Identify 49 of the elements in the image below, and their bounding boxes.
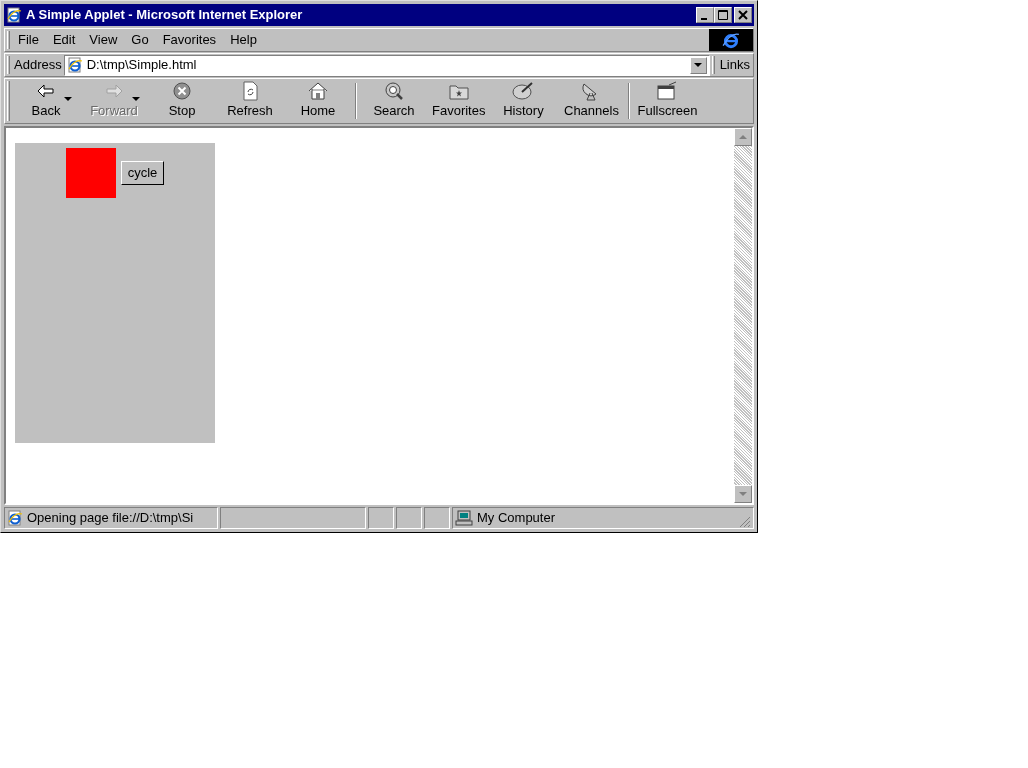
toolbar-button[interactable]: Channels bbox=[557, 80, 626, 122]
computer-icon bbox=[455, 510, 473, 526]
browser-icon bbox=[6, 7, 22, 23]
status-panel bbox=[396, 507, 422, 529]
down-arrow-icon bbox=[739, 492, 747, 496]
status-panel bbox=[424, 507, 450, 529]
maximize-icon bbox=[718, 10, 728, 20]
house-icon bbox=[306, 81, 330, 102]
vertical-scrollbar[interactable] bbox=[734, 128, 752, 503]
status-panel bbox=[368, 507, 394, 529]
links-button[interactable]: Links bbox=[716, 55, 753, 75]
toolbar-button[interactable]: Refresh bbox=[216, 80, 284, 122]
caret-icon bbox=[694, 63, 703, 67]
address-value: D:\tmp\Simple.html bbox=[86, 56, 198, 75]
menu-item[interactable]: File bbox=[12, 30, 45, 50]
logo-icon bbox=[722, 31, 740, 49]
toolbar-button[interactable]: Favorites bbox=[428, 80, 490, 122]
minimize-button[interactable] bbox=[696, 7, 714, 23]
cycle-button[interactable]: cycle bbox=[120, 161, 165, 185]
zone-text: My Computer bbox=[477, 509, 557, 528]
menu-item[interactable]: Favorites bbox=[156, 30, 223, 50]
page-icon bbox=[66, 57, 83, 73]
minimize-icon bbox=[701, 18, 707, 20]
dropdown-button[interactable] bbox=[689, 56, 707, 74]
up-arrow-icon bbox=[739, 135, 747, 139]
colored-square bbox=[65, 148, 116, 198]
toolbar-button[interactable]: Search bbox=[360, 80, 428, 122]
maximize-button[interactable] bbox=[714, 7, 732, 23]
toolbar-button[interactable]: Home bbox=[284, 80, 352, 122]
menu-item[interactable]: Edit bbox=[46, 30, 82, 50]
address-label: Address bbox=[13, 56, 63, 75]
menu-item[interactable]: Help bbox=[224, 30, 263, 50]
toolbar-button[interactable]: Back bbox=[12, 80, 80, 122]
scroll-down-button[interactable] bbox=[734, 485, 752, 503]
toolbar-button[interactable]: Stop bbox=[148, 80, 216, 122]
caret-icon[interactable] bbox=[64, 97, 72, 101]
status-text: Opening page file://D:\tmp\Si bbox=[27, 509, 194, 528]
toolbar-button[interactable]: History bbox=[489, 80, 558, 122]
resize-grip-icon[interactable] bbox=[739, 516, 751, 528]
close-icon bbox=[738, 10, 748, 20]
menu-item[interactable]: View bbox=[83, 30, 124, 50]
address-field[interactable]: D:\tmp\Simple.html bbox=[63, 54, 710, 76]
menu-item[interactable]: Go bbox=[125, 30, 155, 50]
toolbar-button[interactable]: Fullscreen bbox=[633, 80, 702, 122]
page-icon bbox=[7, 510, 23, 526]
window-title: A Simple Applet - Microsoft Internet Explorer bbox=[26, 6, 304, 25]
close-button[interactable] bbox=[734, 7, 752, 23]
stop-icon bbox=[170, 81, 194, 102]
scroll-up-button[interactable] bbox=[734, 128, 752, 146]
